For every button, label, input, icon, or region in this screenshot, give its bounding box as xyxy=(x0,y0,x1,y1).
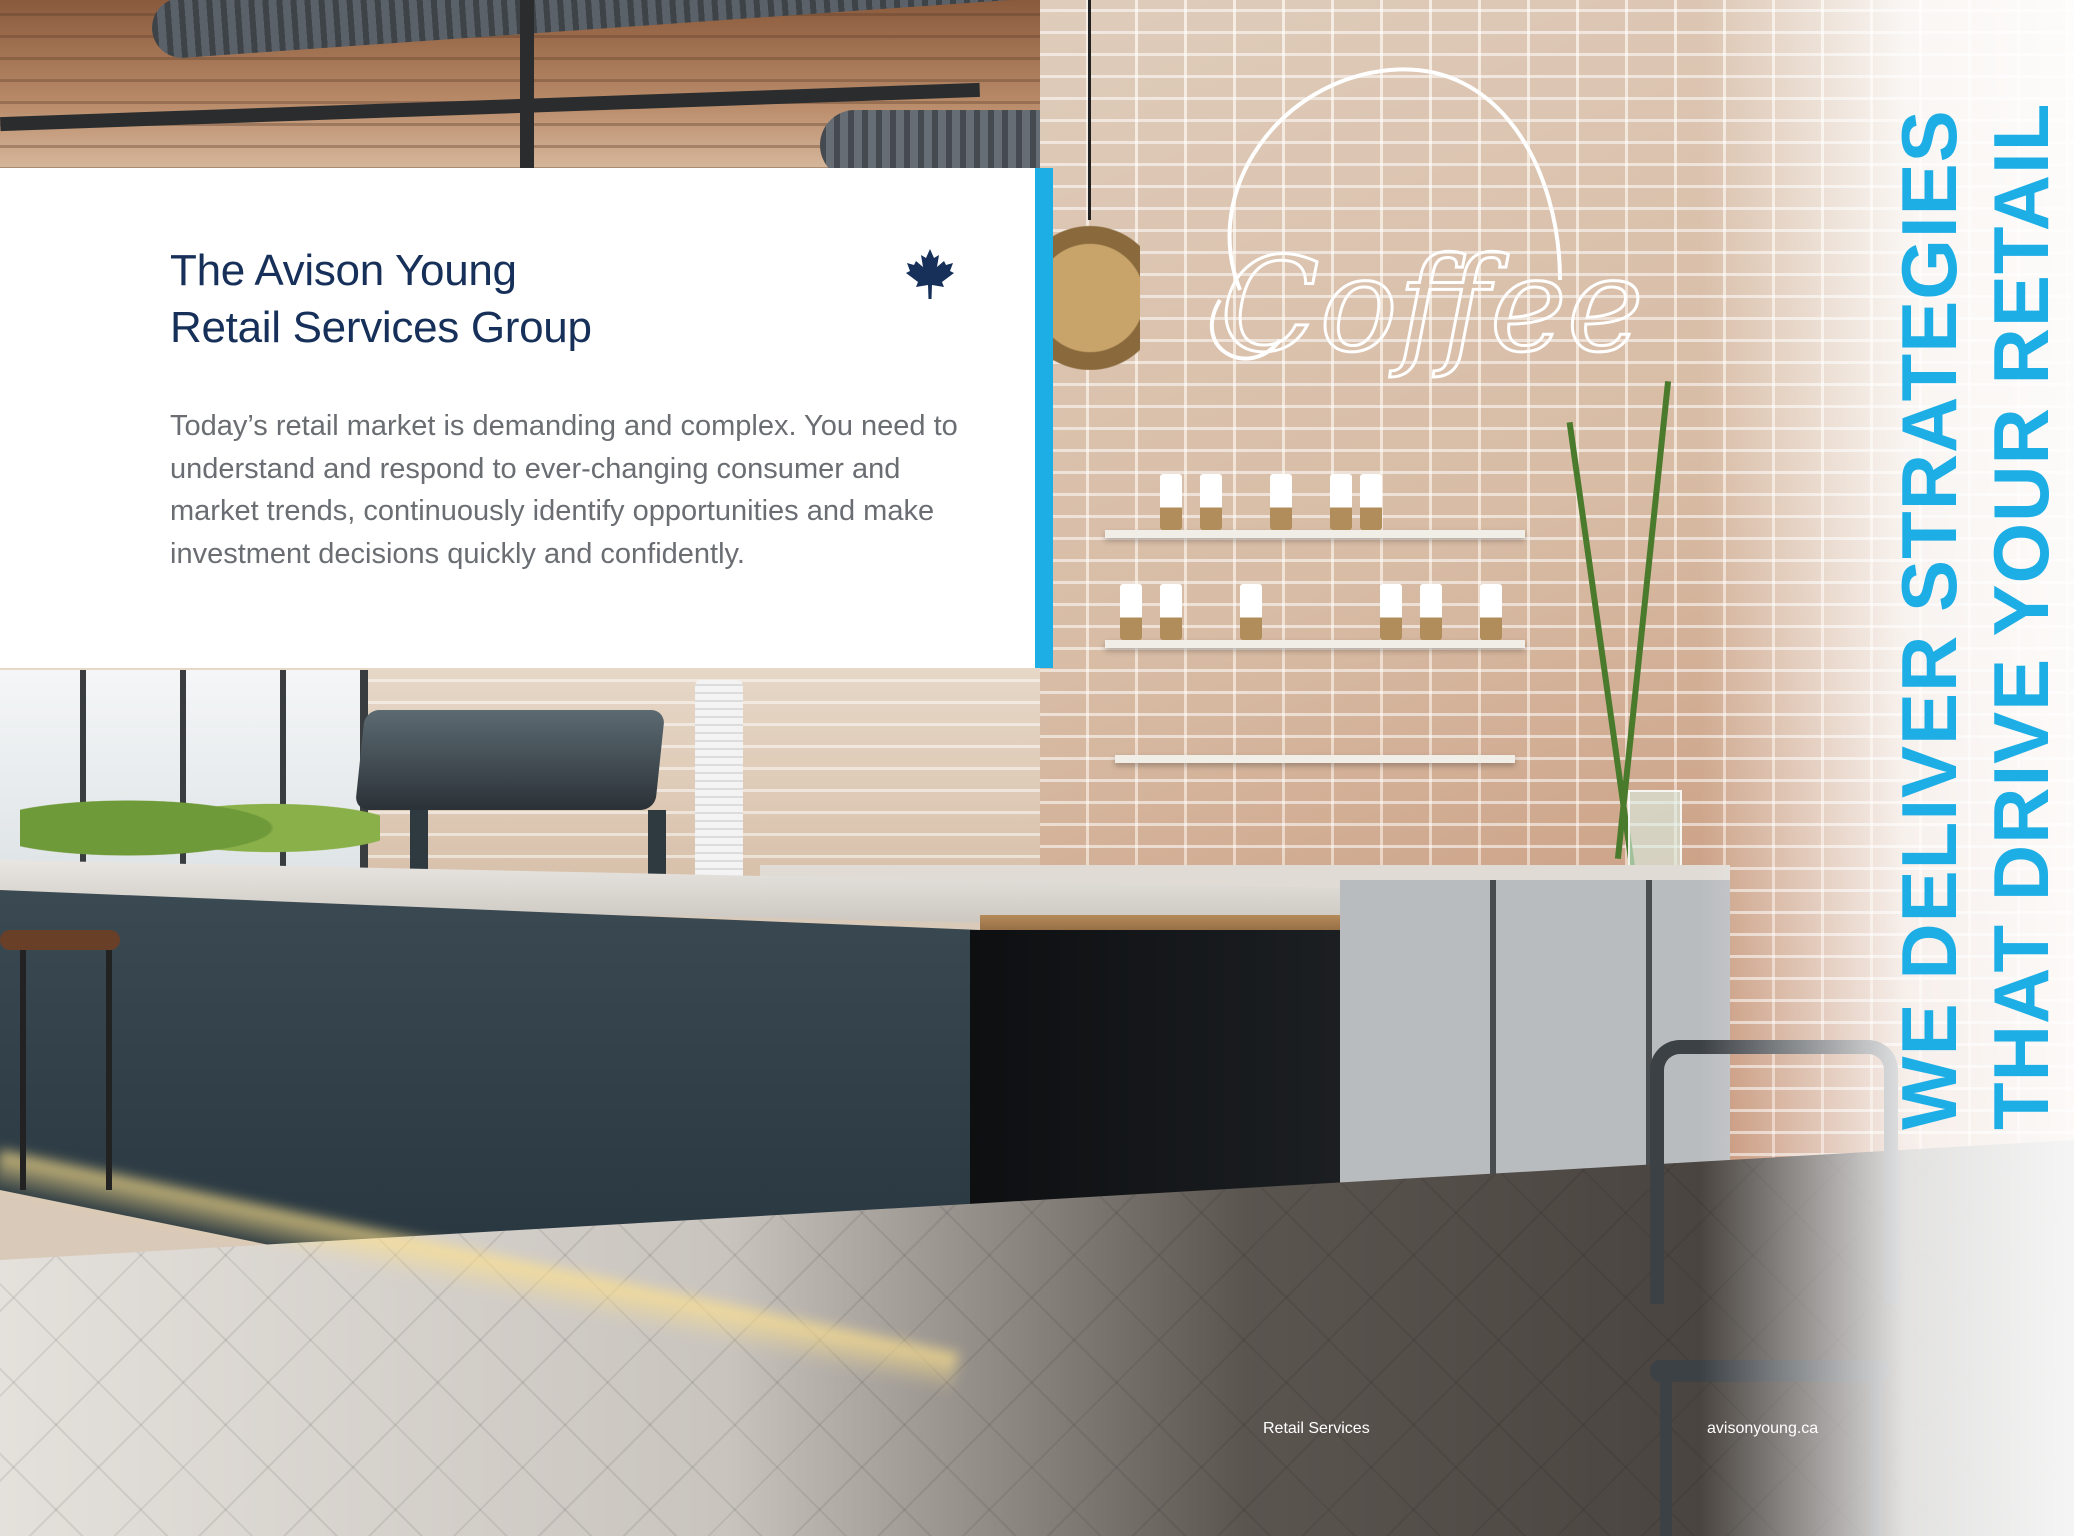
wall-shelf xyxy=(1115,755,1515,763)
ceiling-beam xyxy=(520,0,534,170)
page-title: The Avison Young Retail Services Group xyxy=(170,242,870,356)
coffee-bag xyxy=(1200,474,1222,530)
coffee-bag xyxy=(1120,584,1142,640)
title-line-2: Retail Services Group xyxy=(170,303,592,352)
tagline: WE DELIVER STRATEGIES THAT DRIVE YOUR RE… xyxy=(1883,102,2067,1130)
neon-coffee-sign: Coffee xyxy=(1209,67,1645,383)
coffee-bag xyxy=(1420,584,1442,640)
coffee-bag xyxy=(1160,584,1182,640)
wall-shelf xyxy=(1105,530,1525,538)
tagline-line-1: WE DELIVER STRATEGIES xyxy=(1885,109,1973,1130)
cup-stack xyxy=(695,680,743,900)
bar-stool xyxy=(0,930,120,1190)
coffee-bag xyxy=(1160,474,1182,530)
accent-bar xyxy=(1035,168,1053,668)
footer-section-label: Retail Services xyxy=(1263,1420,1370,1437)
title-line-1: The Avison Young xyxy=(170,246,517,295)
coffee-bag xyxy=(1240,584,1262,640)
wall-shelf xyxy=(1105,640,1525,648)
coffee-bag xyxy=(1360,474,1382,530)
coffee-bag xyxy=(1330,474,1352,530)
neon-sign-text: Coffee xyxy=(1220,229,1644,381)
coffee-bag xyxy=(1380,584,1402,640)
pendant-lamp xyxy=(1040,0,1140,370)
coffee-bag xyxy=(1480,584,1502,640)
coffee-bag xyxy=(1270,474,1292,530)
intro-paragraph: Today’s retail market is demanding and c… xyxy=(170,410,958,570)
potted-plants xyxy=(20,780,380,860)
maple-leaf-icon xyxy=(906,249,954,299)
tagline-line-2: THAT DRIVE YOUR RETAIL xyxy=(1977,102,2065,1130)
footer-website[interactable]: avisonyoung.ca xyxy=(1707,1420,1818,1438)
